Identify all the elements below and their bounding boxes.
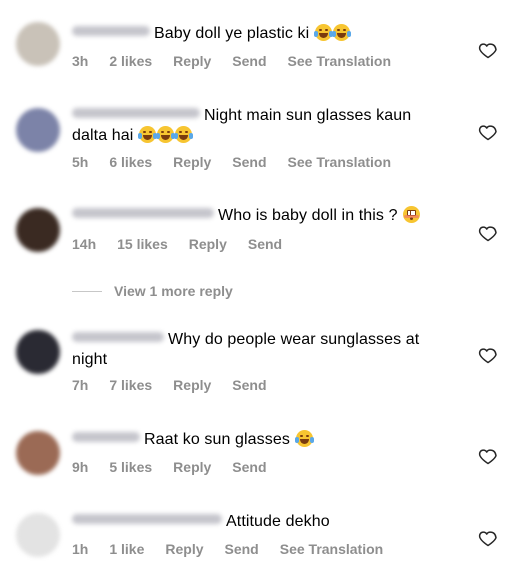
comment-body: Attitude dekho [226, 513, 330, 530]
see-translation-link[interactable]: See Translation [280, 541, 383, 557]
comment-text: Who is baby doll in this ? [72, 206, 462, 226]
comment-meta: 14h 15 likes Reply Send [72, 236, 303, 252]
username-blurred[interactable] [72, 26, 150, 36]
send-button[interactable]: Send [225, 541, 259, 557]
heart-icon[interactable] [478, 528, 498, 548]
timestamp: 9h [72, 459, 89, 475]
avatar[interactable] [16, 208, 60, 252]
see-translation-link[interactable]: See Translation [288, 154, 391, 170]
timestamp: 14h [72, 236, 97, 252]
likes-count[interactable]: 6 likes [109, 154, 152, 170]
reply-button[interactable]: Reply [173, 154, 211, 170]
reply-button[interactable]: Reply [173, 53, 211, 69]
comment-text: Why do people wear sunglasses at night [72, 330, 462, 370]
heart-icon[interactable] [478, 446, 498, 466]
flushed-face-icon [403, 206, 421, 223]
comment-meta: 3h 2 likes Reply Send See Translation [72, 53, 412, 69]
see-translation-link[interactable]: See Translation [288, 53, 391, 69]
send-button[interactable]: Send [248, 236, 282, 252]
comment-meta: 7h 7 likes Reply Send [72, 377, 288, 393]
comment-meta: 9h 5 likes Reply Send [72, 459, 288, 475]
avatar[interactable] [16, 108, 60, 152]
reply-button[interactable]: Reply [165, 541, 203, 557]
face-with-tears-of-joy-icon [294, 430, 314, 447]
timestamp: 7h [72, 377, 89, 393]
comment-text: Attitude dekho [72, 512, 462, 532]
face-with-tears-of-joy-icon [313, 24, 333, 41]
comment-body: Baby doll ye plastic ki [154, 25, 310, 42]
face-with-tears-of-joy-icon [137, 126, 157, 143]
heart-icon[interactable] [478, 345, 498, 365]
comment-meta: 5h 6 likes Reply Send See Translation [72, 154, 412, 170]
send-button[interactable]: Send [232, 154, 266, 170]
timestamp: 3h [72, 53, 89, 69]
view-more-replies-link[interactable]: View 1 more reply [72, 283, 233, 299]
comment-text: Baby doll ye plastic ki [72, 24, 462, 44]
send-button[interactable]: Send [232, 459, 266, 475]
comment-meta: 1h 1 like Reply Send See Translation [72, 541, 404, 557]
reply-button[interactable]: Reply [173, 377, 211, 393]
username-blurred[interactable] [72, 432, 140, 442]
avatar[interactable] [16, 22, 60, 66]
avatar[interactable] [16, 330, 60, 374]
heart-icon[interactable] [478, 40, 498, 60]
reply-button[interactable]: Reply [189, 236, 227, 252]
likes-count[interactable]: 1 like [109, 541, 144, 557]
username-blurred[interactable] [72, 208, 214, 218]
heart-icon[interactable] [478, 223, 498, 243]
likes-count[interactable]: 7 likes [109, 377, 152, 393]
username-blurred[interactable] [72, 514, 222, 524]
comment-body: Why do people wear sunglasses at [168, 331, 420, 348]
send-button[interactable]: Send [232, 377, 266, 393]
likes-count[interactable]: 15 likes [117, 236, 168, 252]
comment-body-continued: dalta hai [72, 127, 134, 144]
likes-count[interactable]: 2 likes [109, 53, 152, 69]
comment-body: Who is baby doll in this ? [218, 207, 398, 224]
heart-icon[interactable] [478, 122, 498, 142]
send-button[interactable]: Send [232, 53, 266, 69]
face-with-tears-of-joy-icon [331, 24, 351, 41]
username-blurred[interactable] [72, 332, 164, 342]
comment-body: Night main sun glasses kaun [204, 107, 412, 124]
likes-count[interactable]: 5 likes [109, 459, 152, 475]
reply-button[interactable]: Reply [173, 459, 211, 475]
face-with-tears-of-joy-icon [155, 126, 175, 143]
comment-text: Night main sun glasses kaun dalta hai [72, 106, 462, 146]
reply-thread-divider [72, 291, 102, 292]
timestamp: 5h [72, 154, 89, 170]
username-blurred[interactable] [72, 108, 200, 118]
comment-text: Raat ko sun glasses [72, 430, 462, 450]
avatar[interactable] [16, 431, 60, 475]
timestamp: 1h [72, 541, 89, 557]
comment-body-continued: night [72, 351, 108, 368]
avatar[interactable] [16, 513, 60, 557]
face-with-tears-of-joy-icon [173, 126, 193, 143]
comment-body: Raat ko sun glasses [144, 431, 290, 448]
view-more-label[interactable]: View 1 more reply [114, 283, 233, 299]
